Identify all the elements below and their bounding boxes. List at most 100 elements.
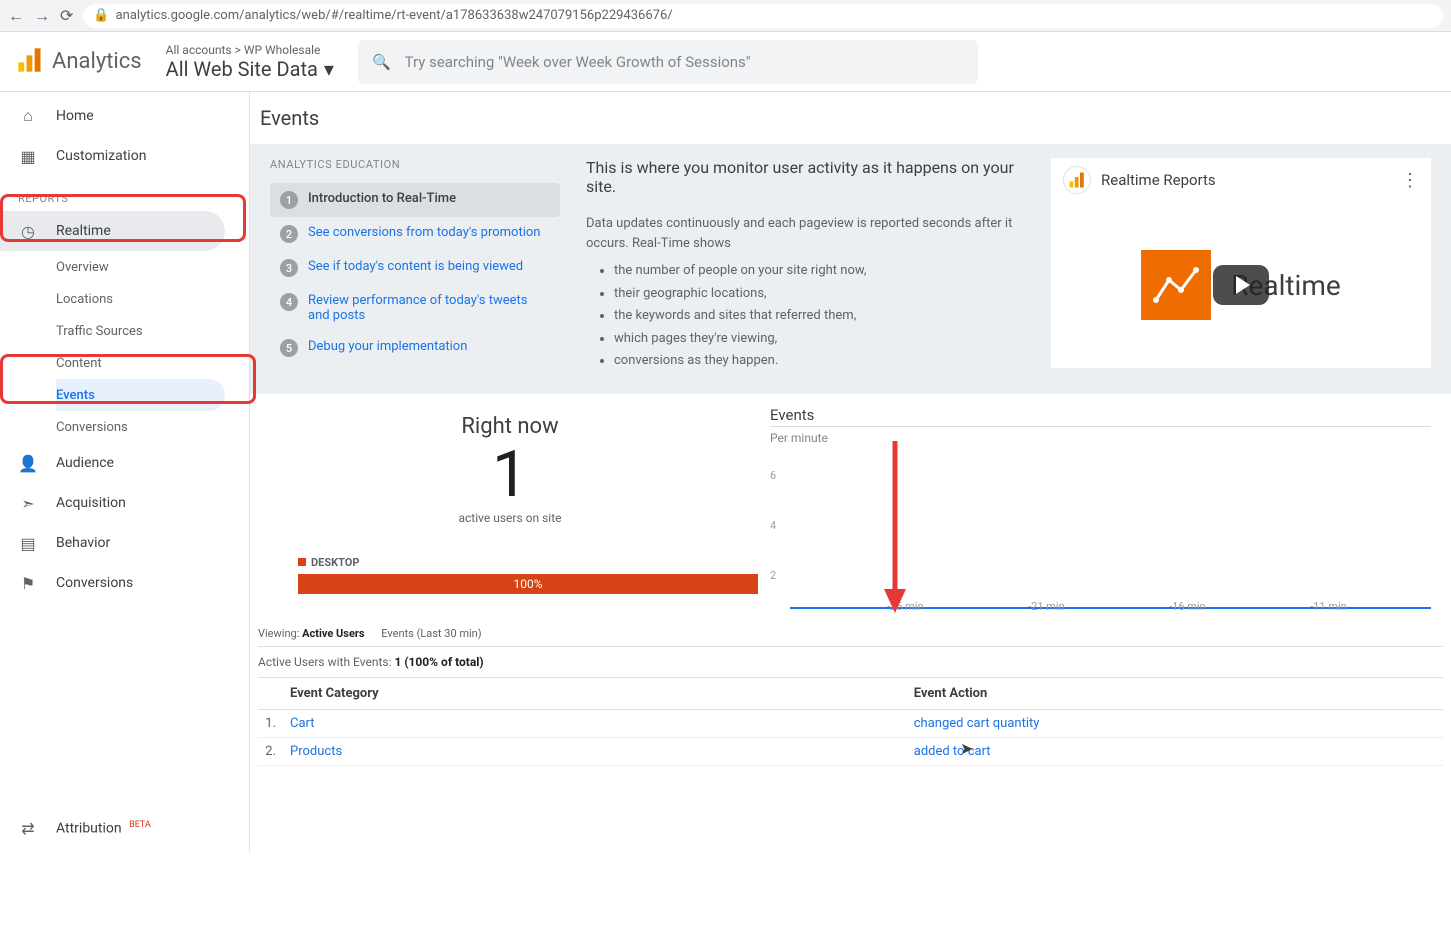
kebab-menu-icon[interactable]: ⋮ <box>1401 170 1419 191</box>
desktop-label: DESKTOP <box>311 556 359 569</box>
logo-block[interactable]: Analytics <box>16 46 142 78</box>
edu-step-label: Debug your implementation <box>308 339 467 354</box>
x-tick: -11 min <box>1310 600 1347 613</box>
main-content: Events ANALYTICS EDUCATION 1 Introduction… <box>250 92 1451 852</box>
edu-step-label: Introduction to Real-Time <box>308 191 456 206</box>
events-chart: 6 4 2 -26 min -21 min -16 min -11 min <box>770 451 1431 621</box>
tab-active-users[interactable]: Active Users <box>302 627 364 640</box>
nav-audience[interactable]: 👤 Audience <box>0 443 249 483</box>
nav-label: Conversions <box>56 575 133 591</box>
play-icon[interactable] <box>1213 265 1269 305</box>
search-bar[interactable]: 🔍 Try searching "Week over Week Growth o… <box>358 40 978 84</box>
active-users-label: active users on site <box>274 511 746 525</box>
nav-realtime[interactable]: ◷ Realtime <box>0 211 225 251</box>
back-icon[interactable]: ← <box>8 6 24 26</box>
edu-desc: Data updates continuously and each pagev… <box>586 216 1012 251</box>
event-action[interactable]: added to cart <box>910 737 1443 765</box>
event-action[interactable]: changed cart quantity <box>910 709 1443 737</box>
summary-row: Active Users with Events: 1 (100% of tot… <box>258 646 1443 678</box>
realtime-stats: Right now 1 active users on site DESKTOP… <box>250 398 1451 621</box>
events-table: Event Category Event Action 1. Cart chan… <box>258 678 1443 766</box>
clock-icon: ◷ <box>18 222 38 241</box>
active-user-count: 1 <box>274 443 746 507</box>
browser-bar: ← → ⟳ 🔒 analytics.google.com/analytics/w… <box>0 0 1451 32</box>
nav-label: Realtime <box>56 223 111 239</box>
sub-content[interactable]: Content <box>56 347 225 379</box>
col-event-action[interactable]: Event Action <box>910 678 1443 710</box>
x-tick: -21 min <box>1028 600 1065 613</box>
edu-bullets: the number of people on your site right … <box>586 261 1027 371</box>
edu-bullet: their geographic locations, <box>614 284 1027 304</box>
edu-step-2[interactable]: 2See conversions from today's promotion <box>270 217 560 251</box>
page-title: Events <box>250 92 1451 144</box>
ga-header: Analytics All accounts > WP Wholesale Al… <box>0 32 1451 92</box>
nav-label: Behavior <box>56 535 110 551</box>
breadcrumb: All accounts > WP Wholesale <box>166 43 334 57</box>
chevron-down-icon: ▾ <box>324 57 334 81</box>
nav-attribution[interactable]: ⇄ Attribution BETA <box>0 808 249 848</box>
nav-label: Home <box>56 108 94 124</box>
nav-acquisition[interactable]: ➣ Acquisition <box>0 483 249 523</box>
col-event-category[interactable]: Event Category <box>286 678 910 710</box>
product-name: Analytics <box>52 49 142 74</box>
x-tick: -16 min <box>1169 600 1206 613</box>
video-title: Realtime Reports <box>1101 171 1216 189</box>
edu-step-5[interactable]: 5Debug your implementation <box>270 331 560 365</box>
nav-customization[interactable]: ▦ Customization <box>0 136 249 176</box>
sub-overview[interactable]: Overview <box>56 251 225 283</box>
y-tick: 4 <box>770 519 776 532</box>
row-index: 1. <box>258 709 286 737</box>
analytics-logo-icon <box>16 46 44 78</box>
view-name: All Web Site Data <box>166 57 318 81</box>
summary-value: 1 (100% of total) <box>394 655 483 669</box>
table-row[interactable]: 2. Products added to cart <box>258 737 1443 765</box>
edu-step-label: See if today's content is being viewed <box>308 259 523 274</box>
realtime-subitems: Overview Locations Traffic Sources Conte… <box>0 251 249 443</box>
customization-icon: ▦ <box>18 147 38 166</box>
event-category[interactable]: Cart <box>286 709 910 737</box>
sub-locations[interactable]: Locations <box>56 283 225 315</box>
events-heading: Events <box>770 406 1431 427</box>
reports-section-label: REPORTS <box>0 176 249 211</box>
flag-icon: ⚑ <box>18 574 38 593</box>
summary-prefix: Active Users with Events: <box>258 655 391 669</box>
event-category[interactable]: Products <box>286 737 910 765</box>
edu-step-4[interactable]: 4Review performance of today's tweets an… <box>270 285 560 331</box>
nav-label: Acquisition <box>56 495 126 511</box>
sub-events[interactable]: Events <box>56 379 225 411</box>
sub-conversions[interactable]: Conversions <box>56 411 225 443</box>
video-channel-icon <box>1063 166 1091 194</box>
y-tick: 6 <box>770 469 776 482</box>
tab-events-30min[interactable]: Events (Last 30 min) <box>381 627 481 640</box>
edu-video[interactable]: Realtime Reports ⋮ Realtime <box>1051 158 1431 368</box>
step-number-icon: 4 <box>280 293 298 311</box>
beta-badge: BETA <box>129 820 151 830</box>
annotation-arrow-icon <box>880 441 910 621</box>
video-thumbnail-icon <box>1141 250 1211 320</box>
forward-icon[interactable]: → <box>34 6 50 26</box>
person-icon: 👤 <box>18 454 38 473</box>
search-placeholder: Try searching "Week over Week Growth of … <box>405 53 751 71</box>
account-selector[interactable]: All accounts > WP Wholesale All Web Site… <box>166 43 334 81</box>
nav-behavior[interactable]: ▤ Behavior <box>0 523 249 563</box>
edu-heading: ANALYTICS EDUCATION <box>270 158 560 171</box>
nav-home[interactable]: ⌂ Home <box>0 96 249 136</box>
behavior-icon: ▤ <box>18 534 38 553</box>
edu-step-3[interactable]: 3 See if today's content is being viewed <box>270 251 560 285</box>
nav-conversions[interactable]: ⚑ Conversions <box>0 563 249 603</box>
attribution-icon: ⇄ <box>18 819 38 838</box>
reload-icon[interactable]: ⟳ <box>60 6 73 25</box>
perminute-label: Per minute <box>770 431 1431 445</box>
search-icon: 🔍 <box>372 53 391 71</box>
viewing-label: Viewing: <box>258 627 299 640</box>
step-number-icon: 1 <box>280 191 298 209</box>
y-tick: 2 <box>770 569 776 582</box>
table-row[interactable]: 1. Cart changed cart quantity <box>258 709 1443 737</box>
step-number-icon: 2 <box>280 225 298 243</box>
edu-step-1[interactable]: 1 Introduction to Real-Time <box>270 183 560 217</box>
url-bar[interactable]: 🔒 analytics.google.com/analytics/web/#/r… <box>83 4 1443 28</box>
edu-bullet: conversions as they happen. <box>614 351 1027 371</box>
acquisition-icon: ➣ <box>18 494 38 513</box>
sub-traffic[interactable]: Traffic Sources <box>56 315 225 347</box>
step-number-icon: 3 <box>280 259 298 277</box>
